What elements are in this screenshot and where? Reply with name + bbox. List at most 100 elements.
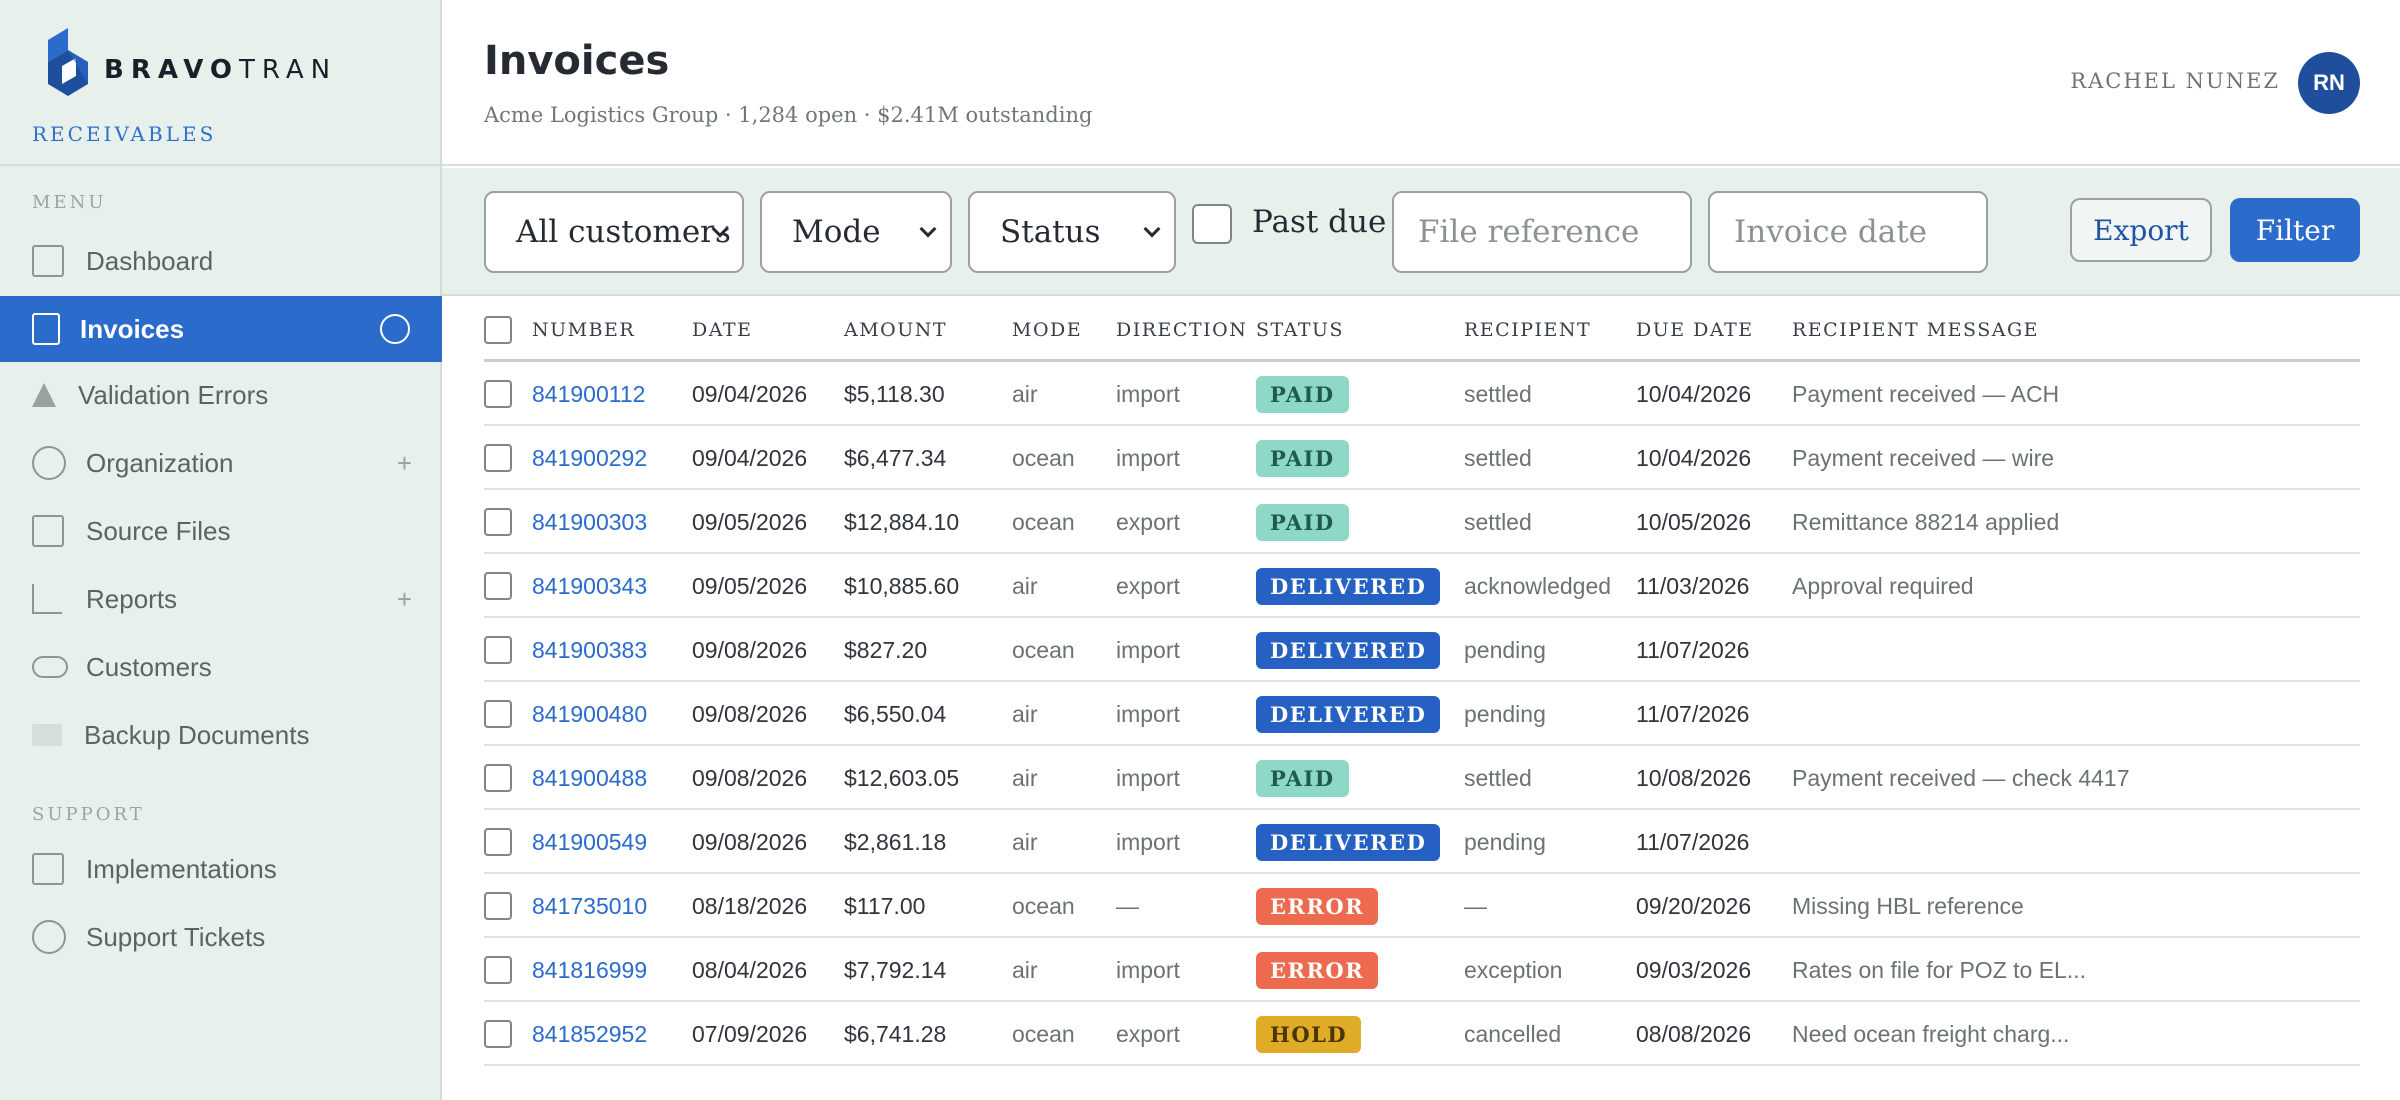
table-row[interactable]: 841735010 08/18/2026 $117.00 ocean — ERROR — 09… — [484, 874, 2360, 938]
sidebar-item-organization[interactable]: Organization + — [0, 430, 442, 496]
row-checkbox[interactable] — [484, 700, 512, 728]
invoice-number-link[interactable]: 841900480 — [532, 682, 647, 746]
customer-select[interactable]: All customers — [484, 191, 744, 273]
sidebar-item-customers[interactable]: Customers — [0, 634, 442, 700]
sidebar-item-support-tickets[interactable]: Support Tickets — [0, 904, 442, 970]
invoice-number-link[interactable]: 841816999 — [532, 938, 647, 1002]
expand-plus-icon[interactable]: + — [397, 584, 412, 615]
triangle-icon — [32, 383, 56, 407]
status-badge: PAID — [1256, 759, 1349, 797]
due-date: 10/04/2026 — [1636, 380, 1752, 407]
table-row[interactable]: 841900343 09/05/2026 $10,885.60 air export DE… — [484, 554, 2360, 618]
column-header-recipient[interactable]: RECIPIENT — [1464, 298, 1591, 362]
invoice-amount: $5,118.30 — [844, 380, 945, 407]
page-subtitle: Acme Logistics Group · 1,284 open · $2.4… — [484, 103, 1093, 127]
invoice-number-link[interactable]: 841900303 — [532, 490, 647, 554]
user-name[interactable]: RACHEL NUNEZ — [2070, 69, 2280, 93]
column-header-date[interactable]: DATE — [692, 298, 752, 362]
invoice-number-link[interactable]: 841900112 — [532, 362, 645, 426]
invoice-mode: air — [1012, 956, 1038, 983]
mode-select-value: Mode — [792, 214, 881, 250]
sidebar-item-backup-documents[interactable]: Backup Documents — [0, 702, 442, 768]
column-header-amount[interactable]: AMOUNT — [844, 298, 947, 362]
sidebar-item-label: Invoices — [80, 313, 185, 344]
due-date: 11/03/2026 — [1636, 572, 1750, 599]
invoice-number-link[interactable]: 841900292 — [532, 426, 647, 490]
recipient-status: pending — [1464, 636, 1546, 663]
sidebar-item-validation-errors[interactable]: Validation Errors — [0, 362, 442, 428]
invoice-number-link[interactable]: 841735010 — [532, 874, 647, 938]
row-checkbox[interactable] — [484, 508, 512, 536]
table-row[interactable]: 841816999 08/04/2026 $7,792.14 air import ERR… — [484, 938, 2360, 1002]
expand-plus-icon[interactable]: + — [397, 448, 412, 479]
table-row[interactable]: 841900383 09/08/2026 $827.20 ocean import DEL… — [484, 618, 2360, 682]
sidebar-item-label: Source Files — [86, 515, 231, 546]
pill-icon — [32, 656, 68, 678]
table-row[interactable]: 841900488 09/08/2026 $12,603.05 air import PA… — [484, 746, 2360, 810]
column-header-mode[interactable]: MODE — [1012, 298, 1082, 362]
column-header-recipient-message[interactable]: RECIPIENT MESSAGE — [1792, 298, 2039, 362]
status-cell: ERROR — [1256, 874, 1379, 938]
row-checkbox[interactable] — [484, 636, 512, 664]
column-header-due-date[interactable]: DUE DATE — [1636, 298, 1754, 362]
status-cell: ERROR — [1256, 938, 1379, 1002]
column-header-direction[interactable]: DIRECTION — [1116, 298, 1247, 362]
sidebar-item-dashboard[interactable]: Dashboard — [0, 228, 442, 294]
invoice-amount: $12,603.05 — [844, 764, 960, 791]
circle-icon — [32, 446, 66, 480]
recipient-message: Need ocean freight charg... — [1792, 1020, 2070, 1047]
past-due-checkbox[interactable] — [1192, 204, 1232, 244]
table-row[interactable]: 841900480 09/08/2026 $6,550.04 air import DEL… — [484, 682, 2360, 746]
file-reference-input[interactable]: File reference — [1392, 191, 1692, 273]
sidebar-item-invoices[interactable]: Invoices — [0, 296, 442, 362]
table-row[interactable]: 841900549 09/08/2026 $2,861.18 air import DEL… — [484, 810, 2360, 874]
status-cell: DELIVERED — [1256, 810, 1441, 874]
filter-button[interactable]: Filter — [2230, 198, 2360, 262]
recipient-status: cancelled — [1464, 1020, 1562, 1047]
invoice-number-link[interactable]: 841900343 — [532, 554, 647, 618]
row-checkbox[interactable] — [484, 892, 512, 920]
invoice-date: 09/04/2026 — [692, 380, 808, 407]
select-all-checkbox[interactable] — [484, 316, 512, 344]
row-checkbox[interactable] — [484, 956, 512, 984]
table-row[interactable]: 841900292 09/04/2026 $6,477.34 ocean import P… — [484, 426, 2360, 490]
invoice-number-link[interactable]: 841852952 — [532, 1002, 647, 1066]
sidebar-item-label: Validation Errors — [78, 379, 269, 410]
invoice-amount: $2,861.18 — [844, 828, 947, 855]
invoice-mode: air — [1012, 380, 1038, 407]
status-cell: DELIVERED — [1256, 554, 1441, 618]
invoice-number-link[interactable]: 841900383 — [532, 618, 647, 682]
invoice-direction: import — [1116, 828, 1180, 855]
mode-select[interactable]: Mode — [760, 191, 952, 273]
sidebar-item-source-files[interactable]: Source Files — [0, 498, 442, 564]
table-row[interactable]: 841900303 09/05/2026 $12,884.10 ocean export… — [484, 490, 2360, 554]
table-row[interactable]: 841900112 09/04/2026 $5,118.30 air import PAI… — [484, 362, 2360, 426]
recipient-status: exception — [1464, 956, 1563, 983]
row-checkbox[interactable] — [484, 444, 512, 472]
row-checkbox[interactable] — [484, 1020, 512, 1048]
column-header-number[interactable]: NUMBER — [532, 298, 635, 362]
invoice-direction: import — [1116, 444, 1180, 471]
column-header-status[interactable]: STATUS — [1256, 298, 1344, 362]
export-button[interactable]: Export — [2070, 198, 2212, 262]
file-reference-placeholder: File reference — [1418, 214, 1640, 250]
row-checkbox[interactable] — [484, 572, 512, 600]
invoices-table: NUMBER DATE AMOUNT MODE DIRECTION STATUS… — [484, 298, 2360, 1066]
row-checkbox[interactable] — [484, 764, 512, 792]
status-badge: PAID — [1256, 503, 1349, 541]
sidebar-item-label: Reports — [86, 583, 178, 614]
table-row[interactable]: 841852952 07/09/2026 $6,741.28 ocean export H… — [484, 1002, 2360, 1066]
status-select[interactable]: Status — [968, 191, 1176, 273]
invoice-number-link[interactable]: 841900549 — [532, 810, 647, 874]
row-checkbox[interactable] — [484, 828, 512, 856]
invoice-date: 09/08/2026 — [692, 828, 808, 855]
sidebar-item-implementations[interactable]: Implementations — [0, 836, 442, 902]
menu-heading: MENU — [32, 192, 107, 213]
invoice-date-input[interactable]: Invoice date — [1708, 191, 1988, 273]
invoice-number-link[interactable]: 841900488 — [532, 746, 647, 810]
avatar[interactable]: RN — [2298, 52, 2360, 114]
invoice-date: 08/04/2026 — [692, 956, 808, 983]
sidebar-item-reports[interactable]: Reports + — [0, 566, 442, 632]
row-checkbox[interactable] — [484, 380, 512, 408]
status-badge: HOLD — [1256, 1015, 1362, 1053]
